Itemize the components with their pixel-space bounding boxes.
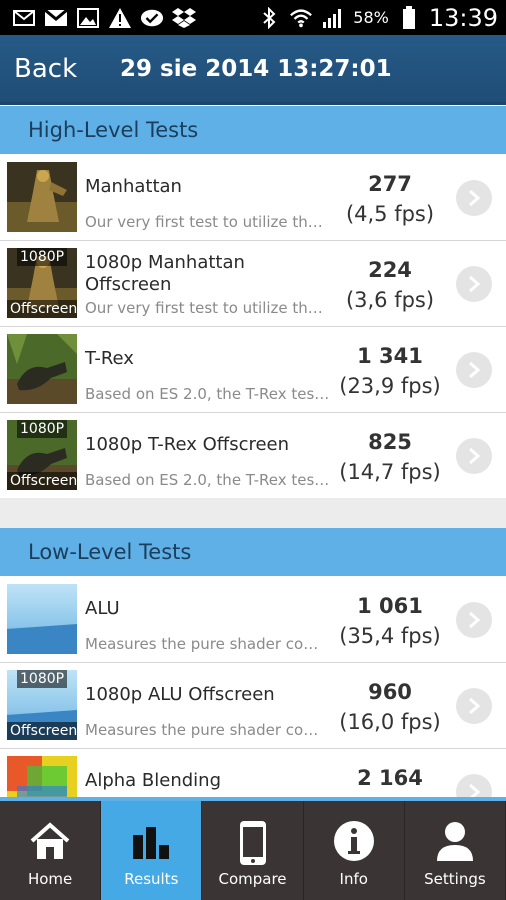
offscreen-badge: Offscreen [7, 722, 77, 740]
list-item-1080p-alu-offscreen[interactable]: 1080P Offscreen 1080p ALU Offscreen Meas… [0, 663, 506, 749]
resolution-badge: 1080P [17, 420, 68, 438]
checkmark-icon [140, 6, 164, 30]
nav-info[interactable]: Info [304, 801, 405, 900]
test-name: ALU [85, 598, 120, 619]
list-item-manhattan[interactable]: Manhattan Our very first test to utilize… [0, 155, 506, 241]
list-item-alu[interactable]: ALU Measures the pure shader co… 1 061 (… [0, 577, 506, 663]
nav-results[interactable]: Results [101, 801, 203, 900]
test-description: Based on ES 2.0, the T-Rex tes… [85, 385, 330, 403]
test-name: Manhattan [85, 176, 182, 197]
test-fps: (16,0 fps) [339, 710, 441, 734]
app-header: Back 29 sie 2014 13:27:01 [0, 35, 506, 105]
nav-label: Home [27, 870, 73, 888]
dropbox-icon [172, 6, 196, 30]
list-item-1080p-manhattan-offscreen[interactable]: 1080P Offscreen 1080p Manhattan Offscree… [0, 241, 506, 327]
nav-compare[interactable]: Compare [202, 801, 304, 900]
bar-chart-icon [129, 819, 173, 867]
t-rex-thumbnail [7, 334, 77, 404]
nav-label: Settings [424, 870, 486, 888]
test-score: 1 061 [357, 594, 423, 618]
test-description: Based on ES 2.0, the T-Rex tes… [85, 471, 330, 489]
wifi-icon [289, 6, 313, 30]
battery-icon [397, 5, 421, 30]
nav-label: Info [339, 870, 368, 888]
section-spacer [0, 498, 506, 528]
mail-icon [12, 6, 36, 30]
test-score: 1 341 [357, 344, 423, 368]
list-item-t-rex[interactable]: T-Rex Based on ES 2.0, the T-Rex tes… 1 … [0, 327, 506, 413]
phone-icon [231, 819, 275, 871]
bluetooth-icon [257, 6, 281, 30]
chevron-right-icon[interactable] [456, 602, 492, 638]
list-item-1080p-t-rex-offscreen[interactable]: 1080P Offscreen 1080p T-Rex Offscreen Ba… [0, 413, 506, 499]
section-header-high-level: High-Level Tests [0, 106, 506, 154]
alu-offscreen-thumbnail: 1080P Offscreen [7, 670, 77, 740]
back-button[interactable]: Back [0, 54, 120, 84]
page-title: 29 sie 2014 13:27:01 [120, 55, 392, 82]
test-name: 1080p T-Rex Offscreen [85, 434, 290, 455]
status-bar: 58% 13:39 [0, 0, 506, 35]
chevron-right-icon[interactable] [456, 438, 492, 474]
test-name: Alpha Blending [85, 770, 221, 791]
test-score: 2 164 [357, 766, 423, 790]
manhattan-offscreen-thumbnail: 1080P Offscreen [7, 248, 77, 318]
test-score: 825 [368, 430, 412, 454]
test-score: 277 [368, 172, 412, 196]
test-score: 224 [368, 258, 412, 282]
nav-settings[interactable]: Settings [405, 801, 506, 900]
t-rex-offscreen-thumbnail: 1080P Offscreen [7, 420, 77, 490]
signal-icon [321, 6, 345, 30]
test-score: 960 [368, 680, 412, 704]
test-fps: (3,6 fps) [345, 288, 435, 312]
test-name: 1080p ALU Offscreen [85, 684, 275, 705]
nav-label: Compare [218, 870, 287, 888]
bottom-navigation: Home Results Compare Info Settings [0, 797, 506, 900]
test-name: 1080p Manhattan Offscreen [85, 252, 245, 295]
chevron-right-icon[interactable] [456, 266, 492, 302]
gallery-icon [76, 6, 100, 30]
resolution-badge: 1080P [17, 670, 68, 688]
chevron-right-icon[interactable] [456, 688, 492, 724]
test-description: Our very first test to utilize the… [85, 299, 330, 317]
section-header-low-level: Low-Level Tests [0, 528, 506, 576]
alu-thumbnail [7, 584, 77, 654]
chevron-right-icon[interactable] [456, 352, 492, 388]
chevron-right-icon[interactable] [456, 180, 492, 216]
manhattan-thumbnail [7, 162, 77, 232]
test-fps: (35,4 fps) [339, 624, 441, 648]
info-icon [332, 819, 376, 867]
test-description: Measures the pure shader co… [85, 635, 319, 653]
home-icon [28, 819, 72, 867]
gmail-icon [44, 6, 68, 30]
clock: 13:39 [428, 3, 498, 32]
nav-home[interactable]: Home [0, 801, 102, 900]
resolution-badge: 1080P [17, 248, 68, 266]
nav-label: Results [124, 870, 179, 888]
test-fps: (4,5 fps) [345, 202, 435, 226]
offscreen-badge: Offscreen [7, 300, 77, 318]
test-description: Measures the pure shader co… [85, 721, 319, 739]
battery-percent: 58% [353, 8, 389, 27]
test-fps: (23,9 fps) [339, 374, 441, 398]
test-name: T-Rex [85, 348, 134, 369]
test-description: Our very first test to utilize the… [85, 213, 330, 231]
warning-icon [108, 6, 132, 30]
offscreen-badge: Offscreen [7, 472, 77, 490]
test-fps: (14,7 fps) [339, 460, 441, 484]
person-icon [433, 819, 477, 867]
